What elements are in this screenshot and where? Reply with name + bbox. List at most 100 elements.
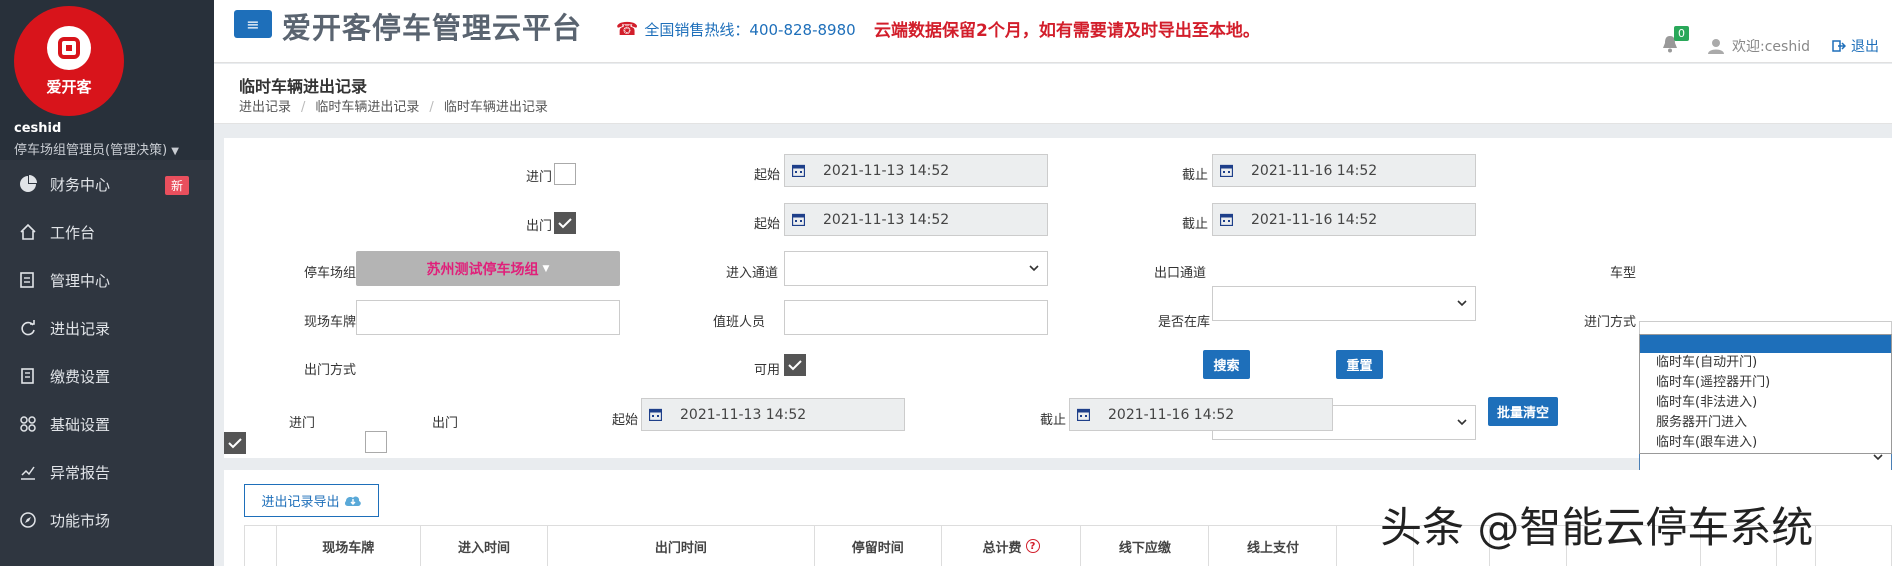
- chevron-down-icon: [1029, 265, 1039, 272]
- entry-mode-dropdown: 临时车(自动开门) 临时车(遥控器开门) 临时车(非法进入) 服务器开门进入 临…: [1639, 334, 1892, 454]
- user-name: ceshid: [14, 121, 62, 136]
- in-channel-select[interactable]: [784, 251, 1048, 286]
- dropdown-option[interactable]: 临时车(跟车进入): [1640, 433, 1891, 453]
- dropdown-option[interactable]: 服务器开门进入: [1640, 413, 1891, 433]
- sidebar-item-finance[interactable]: 财务中心 新: [0, 160, 214, 208]
- sidebar-item-label: 基础设置: [50, 415, 111, 434]
- dropdown-option[interactable]: 临时车(非法进入): [1640, 393, 1891, 413]
- sales-hotline: ☎ 全国销售热线：400-828-8980: [616, 19, 856, 40]
- row3-end-date[interactable]: 2021-11-16 14:52: [1069, 398, 1333, 431]
- exit-mode-label: 出门方式: [304, 363, 357, 378]
- top-header: ≡ 爱开客停车管理云平台 ☎ 全国销售热线：400-828-8980 云端数据保留…: [214, 0, 1892, 63]
- out-channel-label: 出口通道: [1154, 266, 1207, 281]
- logo-mark-icon: [47, 25, 91, 70]
- breadcrumb-item[interactable]: 临时车辆进出记录: [315, 100, 419, 115]
- available-checkbox[interactable]: [784, 354, 806, 376]
- watermark-text: 头条 @智能云停车系统: [1380, 503, 1814, 552]
- out-channel-select[interactable]: [1212, 286, 1476, 321]
- logo-text: 爱开客: [46, 77, 92, 96]
- sidebar-item-workbench[interactable]: 工作台: [0, 208, 214, 256]
- search-button[interactable]: 搜索: [1203, 350, 1250, 379]
- car-type-label: 车型: [1610, 266, 1637, 281]
- exit-checkbox[interactable]: [554, 212, 576, 234]
- app-title: 爱开客停车管理云平台: [282, 11, 583, 45]
- sidebar-item-records[interactable]: 进出记录: [0, 304, 214, 352]
- sidebar-item-basic[interactable]: 基础设置: [0, 400, 214, 448]
- row3-start-date[interactable]: 2021-11-13 14:52: [641, 398, 905, 431]
- entry-start-label: 起始: [754, 168, 781, 183]
- column-header: [1816, 526, 1892, 566]
- batch-clear-button[interactable]: 批量清空: [1488, 397, 1558, 426]
- breadcrumb-item[interactable]: 进出记录: [239, 100, 291, 115]
- sidebar-item-market[interactable]: 功能市场: [0, 496, 214, 544]
- chevron-down-icon: [1457, 300, 1467, 307]
- row3-exit-label: 出门: [432, 416, 459, 431]
- home-icon: [18, 222, 38, 242]
- sidebar-item-label: 缴费设置: [50, 367, 111, 386]
- phone-icon: ☎: [616, 19, 639, 40]
- user-role-dropdown[interactable]: 停车场组管理员(管理决策) ▼: [14, 139, 179, 158]
- calendar-icon: [785, 155, 811, 186]
- dropdown-highlight-empty[interactable]: [1640, 335, 1891, 353]
- check-icon: [788, 360, 802, 371]
- sidebar-profile: 爱开客 ceshid 停车场组管理员(管理决策) ▼: [0, 0, 214, 160]
- sidebar-item-payment[interactable]: 缴费设置: [0, 352, 214, 400]
- row3-exit-checkbox[interactable]: [365, 431, 387, 453]
- column-header-online-pay: 线上支付: [1209, 526, 1338, 566]
- cloud-download-icon: [344, 496, 361, 506]
- exit-label: 出门: [526, 219, 553, 234]
- in-lot-label: 是否在库: [1158, 315, 1211, 330]
- exit-start-date[interactable]: 2021-11-13 14:52: [784, 203, 1048, 236]
- page-header: 临时车辆进出记录 进出记录 / 临时车辆进出记录 / 临时车辆进出记录: [214, 64, 1892, 124]
- available-label: 可用: [754, 363, 781, 378]
- reset-button[interactable]: 重置: [1336, 350, 1383, 379]
- dropdown-option[interactable]: 临时车(自动开门): [1640, 353, 1891, 373]
- entry-mode-label: 进门方式: [1584, 315, 1637, 330]
- entry-label: 进门: [526, 170, 553, 185]
- column-header-plate: 现场车牌: [277, 526, 421, 566]
- payment-icon: [18, 366, 38, 386]
- sidebar: 爱开客 ceshid 停车场组管理员(管理决策) ▼ 财务中心 新 工作台 管理…: [0, 0, 214, 566]
- page-title: 临时车辆进出记录: [239, 77, 368, 96]
- in-channel-label: 进入通道: [726, 266, 779, 281]
- caret-down-icon: ▼: [542, 263, 550, 274]
- row3-start-label: 起始: [612, 413, 639, 428]
- notification-count: 0: [1674, 26, 1689, 41]
- entry-start-date[interactable]: 2021-11-13 14:52: [784, 154, 1048, 187]
- refresh-icon: [18, 318, 38, 338]
- dropdown-option[interactable]: 临时车(遥控器开门): [1640, 373, 1891, 393]
- sidebar-item-exceptions[interactable]: 异常报告: [0, 448, 214, 496]
- entry-checkbox[interactable]: [554, 163, 576, 185]
- logout-icon: [1832, 40, 1846, 52]
- sidebar-item-label: 管理中心: [50, 271, 111, 290]
- export-label: 进出记录导出: [261, 495, 340, 510]
- export-records-button[interactable]: 进出记录导出: [244, 484, 379, 517]
- sidebar-item-label: 财务中心: [50, 175, 111, 194]
- logout-link[interactable]: 退出: [1832, 36, 1879, 56]
- lot-group-select[interactable]: 苏州测试停车场组 ▼: [356, 251, 620, 286]
- grid-icon: [18, 414, 38, 434]
- plate-input[interactable]: [356, 300, 620, 335]
- menu-toggle-button[interactable]: ≡: [234, 10, 272, 38]
- breadcrumb: 进出记录 / 临时车辆进出记录 / 临时车辆进出记录: [239, 100, 548, 115]
- row3-entry-checkbox[interactable]: [224, 432, 246, 454]
- report-chart-icon: [18, 462, 38, 482]
- sidebar-item-management[interactable]: 管理中心: [0, 256, 214, 304]
- pie-chart-icon: [18, 174, 38, 194]
- entry-end-date[interactable]: 2021-11-16 14:52: [1212, 154, 1476, 187]
- total-fee-label: 总计费: [982, 540, 1022, 556]
- notification-button[interactable]: 0: [1662, 26, 1689, 57]
- duty-input[interactable]: [784, 300, 1048, 335]
- hamburger-icon: ≡: [246, 14, 260, 34]
- column-header-total-fee: 总计费?: [942, 526, 1082, 566]
- row3-start-value: 2021-11-13 14:52: [680, 406, 807, 423]
- new-badge: 新: [165, 176, 190, 195]
- entry-start-value: 2021-11-13 14:52: [823, 162, 950, 179]
- check-icon: [558, 218, 572, 229]
- entry-end-label: 截止: [1182, 168, 1209, 183]
- management-icon: [18, 270, 38, 290]
- exit-start-label: 起始: [754, 217, 781, 232]
- check-icon: [228, 438, 242, 449]
- exit-end-date[interactable]: 2021-11-16 14:52: [1212, 203, 1476, 236]
- help-icon[interactable]: ?: [1025, 539, 1040, 553]
